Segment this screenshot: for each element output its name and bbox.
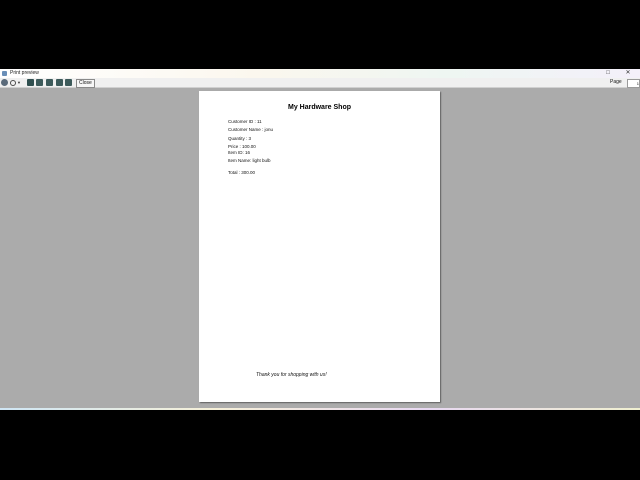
print-preview-window: Print preview □ ✕ ▼ Close Page 1 My Hard… [0,69,640,410]
one-page-icon[interactable] [27,79,34,86]
two-pages-icon[interactable] [36,79,43,86]
four-pages-icon[interactable] [56,79,63,86]
print-icon[interactable] [1,79,8,86]
quantity-line: Quantity : 3 [228,136,252,141]
restore-icon[interactable]: □ [602,69,614,78]
window-title: Print preview [10,70,39,76]
customer-name-line: Customer Name : jonu [228,127,274,132]
close-button[interactable]: Close [76,79,95,88]
zoom-icon[interactable] [10,80,16,86]
price-line: Price : 100.00 [228,144,256,149]
close-window-icon[interactable]: ✕ [622,69,634,78]
three-pages-icon[interactable] [46,79,53,86]
toolbar: ▼ Close Page 1 [0,78,640,88]
shop-title: My Hardware Shop [287,104,351,111]
total-line: Total : 300.00 [228,170,256,175]
zoom-dropdown-icon[interactable]: ▼ [17,79,21,86]
thank-you-footer: Thank you for shopping with us! [256,372,327,378]
item-name-line: Item Name: light bulb [228,158,271,163]
taskbar-edge [0,408,640,410]
app-icon [2,71,7,76]
title-bar: Print preview □ ✕ [0,69,640,78]
preview-page: My Hardware Shop Customer ID : 11 Custom… [199,91,440,402]
page-label: Page [610,79,622,85]
six-pages-icon[interactable] [65,79,72,86]
page-number-input[interactable]: 1 [627,79,640,88]
customer-id-line: Customer ID : 11 [228,119,262,124]
item-id-line: Item ID: 16 [228,150,251,155]
